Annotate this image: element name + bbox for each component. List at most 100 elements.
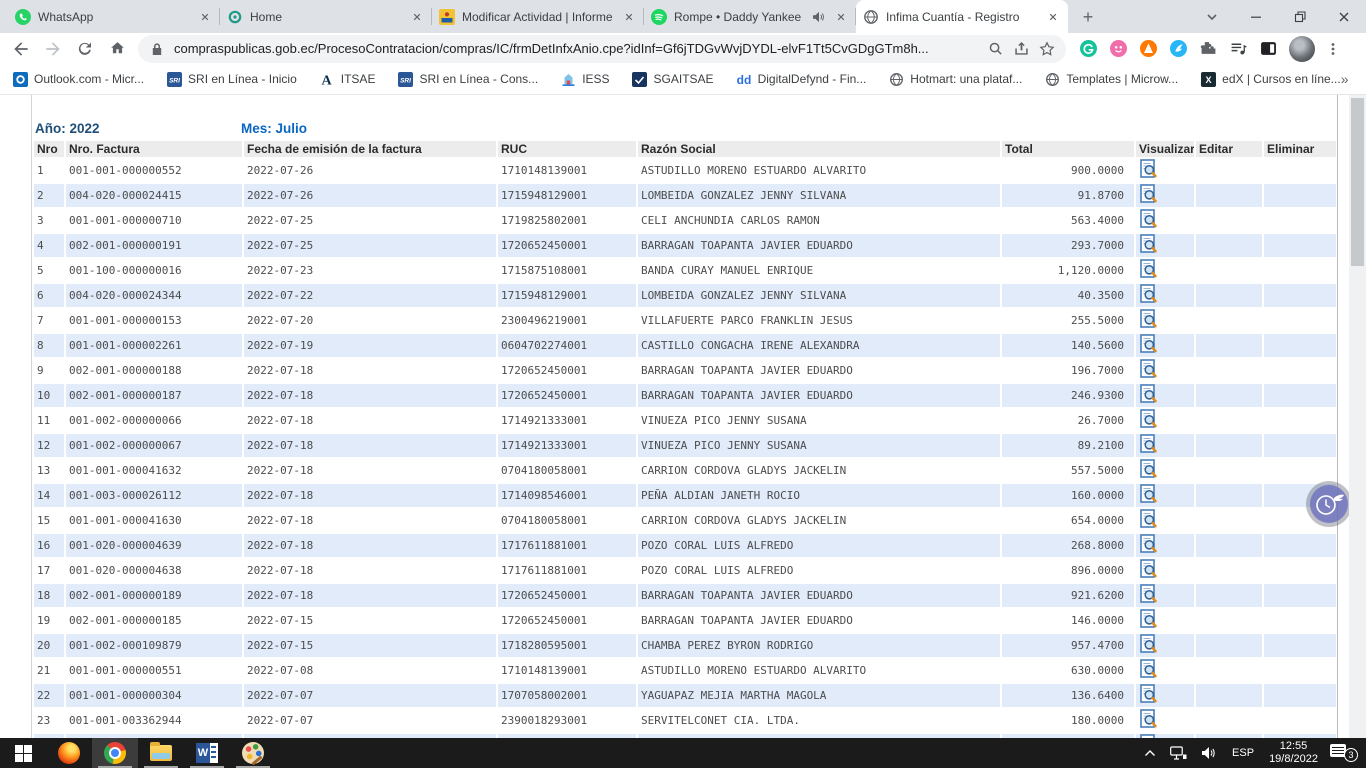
table-row: 1001-001-0000005522022-07-26171014813900… [34, 159, 1336, 182]
tab-close-icon[interactable] [409, 9, 425, 25]
share-icon[interactable] [1012, 40, 1030, 58]
tab-audio-icon[interactable] [812, 10, 826, 24]
visualizar-icon[interactable] [1140, 184, 1158, 204]
notification-center-button[interactable]: 3 [1326, 738, 1360, 768]
scrollbar-thumb[interactable] [1351, 98, 1364, 266]
cell-editar [1196, 209, 1262, 232]
browser-tab[interactable]: Rompe • Daddy Yankee [644, 0, 856, 33]
cell-eliminar [1264, 559, 1336, 582]
minimize-button[interactable] [1234, 0, 1278, 33]
browser-tab[interactable]: WhatsApp [8, 0, 220, 33]
network-icon[interactable] [1163, 738, 1194, 768]
visualizar-icon[interactable] [1140, 234, 1158, 254]
cell-total: 630.0000 [1002, 659, 1134, 682]
tab-close-icon[interactable] [197, 9, 213, 25]
visualizar-icon[interactable] [1140, 309, 1158, 329]
puzzle-icon[interactable] [1200, 40, 1217, 57]
visualizar-icon[interactable] [1140, 159, 1158, 179]
cell-total: 246.9300 [1002, 384, 1134, 407]
tab-close-icon[interactable] [621, 9, 637, 25]
taskbar-word-button[interactable] [184, 738, 230, 768]
cell-eliminar [1264, 634, 1336, 657]
visualizar-icon[interactable] [1140, 584, 1158, 604]
cell-total: 91.8700 [1002, 184, 1134, 207]
bookmark-item[interactable]: SRISRI en Línea - Inicio [166, 71, 297, 87]
visualizar-icon[interactable] [1140, 709, 1158, 729]
feather-ext-icon[interactable] [1170, 40, 1187, 57]
taskbar-paint-button[interactable] [230, 738, 276, 768]
taskbar-explorer-button[interactable] [138, 738, 184, 768]
forward-button[interactable] [38, 35, 68, 63]
browser-tab[interactable]: Home [220, 0, 432, 33]
visualizar-icon[interactable] [1140, 559, 1158, 579]
bookmark-item[interactable]: SGAITSAE [632, 71, 714, 87]
grammarly-icon[interactable] [1080, 40, 1097, 57]
start-button[interactable] [0, 738, 46, 768]
visualizar-icon[interactable] [1140, 434, 1158, 454]
visualizar-icon[interactable] [1140, 484, 1158, 504]
dark-panel-icon[interactable] [1260, 40, 1277, 57]
cell-ruc: 1707058002001 [498, 684, 636, 707]
profile-avatar[interactable] [1289, 36, 1315, 62]
clock-datetime[interactable]: 12:55 19/8/2022 [1261, 738, 1326, 768]
browser-menu-icon[interactable] [1323, 37, 1343, 61]
bookmark-item[interactable]: Outlook.com - Micr... [12, 71, 144, 87]
language-indicator[interactable]: ESP [1225, 738, 1261, 768]
page-scrollbar[interactable] [1349, 95, 1366, 738]
bookmark-item[interactable]: Hotmart: una plataf... [888, 71, 1022, 87]
tab-close-icon[interactable] [833, 9, 849, 25]
cell-razon: PEÑA ALDIAN JANETH ROCIO [638, 484, 1000, 507]
avast-icon[interactable] [1140, 40, 1157, 57]
visualizar-icon[interactable] [1140, 384, 1158, 404]
visualizar-icon[interactable] [1140, 359, 1158, 379]
tray-chevron-up-icon[interactable] [1137, 738, 1163, 768]
visualizar-icon[interactable] [1140, 659, 1158, 679]
visualizar-icon[interactable] [1140, 634, 1158, 654]
address-bar[interactable]: compraspublicas.gob.ec/ProcesoContrataci… [138, 35, 1066, 63]
zoom-page-icon[interactable] [986, 40, 1004, 58]
visualizar-icon[interactable] [1140, 509, 1158, 529]
visualizar-icon[interactable] [1140, 684, 1158, 704]
cell-total: 140.5600 [1002, 334, 1134, 357]
visualizar-icon[interactable] [1140, 534, 1158, 554]
browser-tab[interactable]: Modificar Actividad | Informe [432, 0, 644, 33]
browser-tab[interactable]: Infima Cuantía - Registro [856, 0, 1068, 33]
taskbar-firefox-button[interactable] [46, 738, 92, 768]
bookmark-item[interactable]: SRISRI en Línea - Cons... [397, 71, 538, 87]
back-button[interactable] [6, 35, 36, 63]
visualizar-icon[interactable] [1140, 609, 1158, 629]
cell-fecha: 2022-07-18 [244, 559, 496, 582]
reload-button[interactable] [70, 35, 100, 63]
cell-razon: BARRAGAN TOAPANTA JAVIER EDUARDO [638, 609, 1000, 632]
bookmarks-overflow-chevron[interactable]: » [1341, 71, 1355, 87]
taskbar-chrome-button[interactable] [92, 738, 138, 768]
visualizar-icon[interactable] [1140, 259, 1158, 279]
visualizar-icon[interactable] [1140, 209, 1158, 229]
home-button[interactable] [102, 35, 132, 63]
bookmark-item[interactable]: Templates | Microw... [1044, 71, 1178, 87]
bookmark-item[interactable]: AITSAE [319, 71, 376, 87]
lock-icon[interactable] [148, 40, 166, 58]
volume-icon[interactable] [1194, 738, 1225, 768]
bookmark-item[interactable]: IESS [560, 71, 609, 87]
new-tab-button[interactable]: + [1074, 3, 1102, 31]
media-list-icon[interactable] [1230, 40, 1247, 57]
tab-close-icon[interactable] [1045, 9, 1061, 25]
bookmark-item[interactable]: XedX | Cursos en líne... [1200, 71, 1341, 87]
visualizar-icon[interactable] [1140, 284, 1158, 304]
table-row: 11001-002-0000000662022-07-1817149213330… [34, 409, 1336, 432]
visualizar-icon[interactable] [1140, 334, 1158, 354]
tab-search-chevron-icon[interactable] [1190, 0, 1234, 33]
visualizar-icon[interactable] [1140, 409, 1158, 429]
close-window-button[interactable] [1322, 0, 1366, 33]
visualizar-icon[interactable] [1140, 459, 1158, 479]
restore-button[interactable] [1278, 0, 1322, 33]
cell-razon: CARRION CORDOVA GLADYS JACKELIN [638, 459, 1000, 482]
floating-clock-widget[interactable] [1306, 481, 1352, 527]
pink-ext-icon[interactable] [1110, 40, 1127, 57]
cell-nro: 6 [34, 284, 64, 307]
url-text[interactable]: compraspublicas.gob.ec/ProcesoContrataci… [174, 41, 978, 56]
cell-editar [1196, 584, 1262, 607]
bookmark-item[interactable]: ddDigitalDefynd - Fin... [736, 71, 867, 87]
bookmark-star-icon[interactable] [1038, 40, 1056, 58]
